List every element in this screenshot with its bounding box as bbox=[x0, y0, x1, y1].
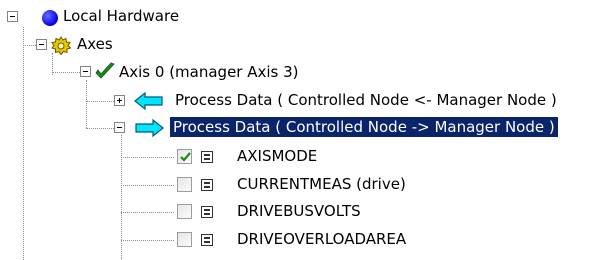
axis0-collapse-toggle[interactable] bbox=[80, 66, 91, 77]
tree-line-process-data bbox=[121, 135, 122, 260]
axes-collapse-toggle[interactable] bbox=[36, 39, 47, 50]
tree-hline-process-in bbox=[86, 101, 116, 102]
signal-label-driveoverloadarea[interactable]: DRIVEOVERLOADAREA bbox=[234, 229, 409, 249]
left-arrow-icon bbox=[134, 91, 163, 111]
tree-node-process-data-in[interactable]: Process Data ( Controlled Node <- Manage… bbox=[172, 90, 560, 110]
checkmark-icon bbox=[180, 152, 191, 162]
signal-icon bbox=[201, 151, 213, 163]
signal-icon bbox=[201, 234, 213, 246]
tree-hline-signal-3 bbox=[121, 240, 174, 241]
process-data-in-expand-toggle[interactable] bbox=[114, 95, 125, 106]
tree-hline-signal-1 bbox=[121, 185, 174, 186]
signal-label-axismode[interactable]: AXISMODE bbox=[234, 146, 320, 166]
tree-hline-signal-2 bbox=[121, 212, 174, 213]
tree-node-axis0[interactable]: Axis 0 (manager Axis 3) bbox=[116, 62, 302, 82]
signal-label-drivebusvolts[interactable]: DRIVEBUSVOLTS bbox=[234, 201, 364, 221]
root-collapse-toggle[interactable] bbox=[7, 11, 18, 22]
hardware-tree-view[interactable]: Local Hardware Axes Axis 0 (manager Axis… bbox=[0, 0, 607, 260]
tree-hline-axis0 bbox=[52, 72, 82, 73]
tree-node-axes[interactable]: Axes bbox=[74, 34, 116, 54]
gear-icon bbox=[51, 36, 72, 56]
right-arrow-icon bbox=[135, 118, 164, 138]
signal-checkbox-axismode[interactable] bbox=[177, 149, 192, 164]
tree-hline-process-out bbox=[86, 128, 116, 129]
green-checkmark-icon bbox=[95, 62, 115, 79]
signal-checkbox-driveoverloadarea[interactable] bbox=[177, 232, 192, 247]
tree-line-axis0 bbox=[86, 80, 87, 128]
tree-hline-signal-0 bbox=[121, 157, 174, 158]
signal-icon bbox=[201, 179, 213, 191]
tree-node-local-hardware[interactable]: Local Hardware bbox=[60, 6, 182, 26]
signal-label-currentmeas[interactable]: CURRENTMEAS (drive) bbox=[234, 174, 409, 194]
blue-circle-icon bbox=[42, 10, 58, 26]
signal-checkbox-currentmeas[interactable] bbox=[177, 177, 192, 192]
process-data-out-collapse-toggle[interactable] bbox=[114, 122, 125, 133]
tree-line-root bbox=[23, 27, 24, 260]
signal-icon bbox=[201, 206, 213, 218]
signal-checkbox-drivebusvolts[interactable] bbox=[177, 204, 192, 219]
tree-node-process-data-out[interactable]: Process Data ( Controlled Node -> Manage… bbox=[169, 116, 559, 138]
